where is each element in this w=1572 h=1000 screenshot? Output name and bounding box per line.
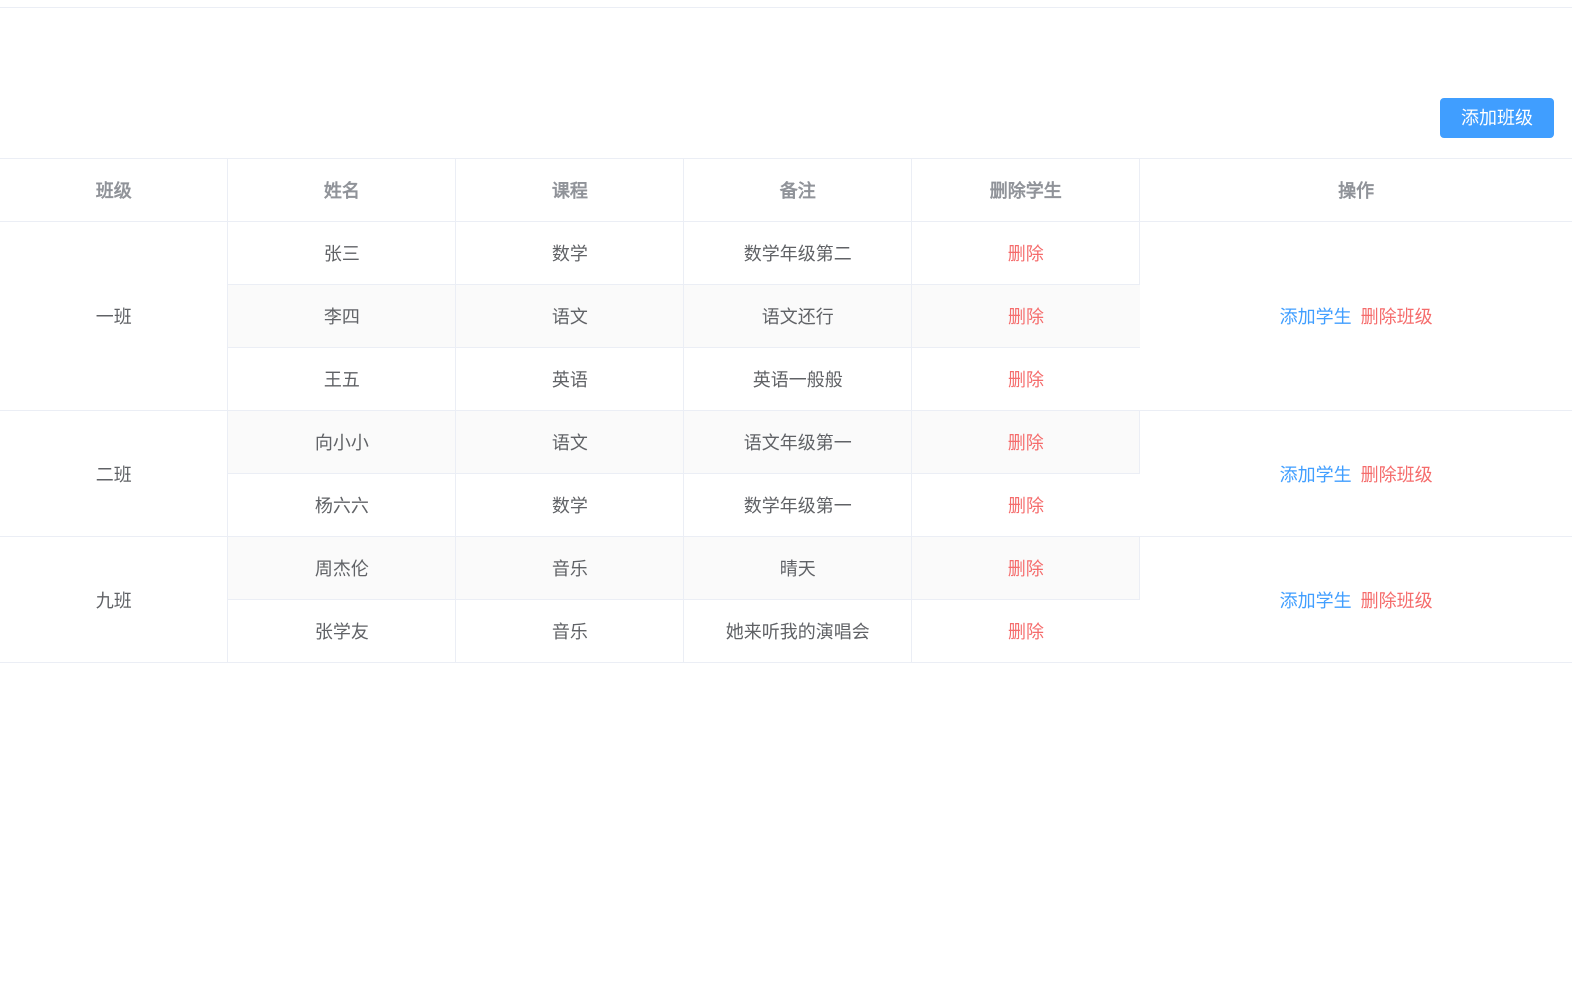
table-row: 一班张三数学数学年级第二删除添加学生 删除班级 xyxy=(0,222,1572,285)
cell-remark: 语文年级第一 xyxy=(684,411,912,474)
col-header-course: 课程 xyxy=(456,159,684,222)
delete-student-link[interactable]: 删除 xyxy=(1008,370,1044,390)
cell-student-name: 周杰伦 xyxy=(228,537,456,600)
cell-delete-student: 删除 xyxy=(912,222,1140,285)
cell-operation: 添加学生 删除班级 xyxy=(1140,222,1572,411)
cell-student-name: 杨六六 xyxy=(228,474,456,537)
col-header-name: 姓名 xyxy=(228,159,456,222)
delete-class-link[interactable]: 删除班级 xyxy=(1361,465,1433,485)
delete-student-link[interactable]: 删除 xyxy=(1008,244,1044,264)
cell-course: 音乐 xyxy=(456,537,684,600)
delete-class-link[interactable]: 删除班级 xyxy=(1361,307,1433,327)
cell-student-name: 李四 xyxy=(228,285,456,348)
cell-course: 语文 xyxy=(456,411,684,474)
col-header-delete-student: 删除学生 xyxy=(912,159,1140,222)
col-header-class: 班级 xyxy=(0,159,228,222)
class-table: 班级 姓名 课程 备注 删除学生 操作 一班张三数学数学年级第二删除添加学生 删… xyxy=(0,158,1572,663)
col-header-operation: 操作 xyxy=(1140,159,1572,222)
table-header-row: 班级 姓名 课程 备注 删除学生 操作 xyxy=(0,159,1572,222)
cell-operation: 添加学生 删除班级 xyxy=(1140,411,1572,537)
cell-remark: 她来听我的演唱会 xyxy=(684,600,912,663)
delete-student-link[interactable]: 删除 xyxy=(1008,622,1044,642)
cell-course: 语文 xyxy=(456,285,684,348)
delete-class-link[interactable]: 删除班级 xyxy=(1361,591,1433,611)
top-divider xyxy=(0,0,1572,8)
cell-course: 音乐 xyxy=(456,600,684,663)
cell-student-name: 张学友 xyxy=(228,600,456,663)
cell-operation: 添加学生 删除班级 xyxy=(1140,537,1572,663)
table-row: 二班向小小语文语文年级第一删除添加学生 删除班级 xyxy=(0,411,1572,474)
cell-course: 英语 xyxy=(456,348,684,411)
delete-student-link[interactable]: 删除 xyxy=(1008,433,1044,453)
delete-student-link[interactable]: 删除 xyxy=(1008,307,1044,327)
cell-remark: 数学年级第一 xyxy=(684,474,912,537)
cell-delete-student: 删除 xyxy=(912,348,1140,411)
cell-delete-student: 删除 xyxy=(912,411,1140,474)
cell-course: 数学 xyxy=(456,222,684,285)
table-row: 九班周杰伦音乐晴天删除添加学生 删除班级 xyxy=(0,537,1572,600)
page-container: 添加班级 班级 姓名 课程 备注 删除学生 操作 一班张三数学数学年级第二删除添… xyxy=(0,8,1572,663)
cell-student-name: 王五 xyxy=(228,348,456,411)
cell-course: 数学 xyxy=(456,474,684,537)
cell-remark: 晴天 xyxy=(684,537,912,600)
add-class-button[interactable]: 添加班级 xyxy=(1440,98,1554,138)
cell-remark: 英语一般般 xyxy=(684,348,912,411)
cell-delete-student: 删除 xyxy=(912,474,1140,537)
add-student-link[interactable]: 添加学生 xyxy=(1280,465,1352,485)
cell-remark: 语文还行 xyxy=(684,285,912,348)
toolbar: 添加班级 xyxy=(0,98,1572,158)
add-student-link[interactable]: 添加学生 xyxy=(1280,307,1352,327)
delete-student-link[interactable]: 删除 xyxy=(1008,559,1044,579)
delete-student-link[interactable]: 删除 xyxy=(1008,496,1044,516)
cell-delete-student: 删除 xyxy=(912,537,1140,600)
cell-student-name: 张三 xyxy=(228,222,456,285)
cell-delete-student: 删除 xyxy=(912,600,1140,663)
col-header-remark: 备注 xyxy=(684,159,912,222)
cell-student-name: 向小小 xyxy=(228,411,456,474)
cell-class-name: 二班 xyxy=(0,411,228,537)
cell-delete-student: 删除 xyxy=(912,285,1140,348)
cell-class-name: 九班 xyxy=(0,537,228,663)
cell-remark: 数学年级第二 xyxy=(684,222,912,285)
add-student-link[interactable]: 添加学生 xyxy=(1280,591,1352,611)
cell-class-name: 一班 xyxy=(0,222,228,411)
